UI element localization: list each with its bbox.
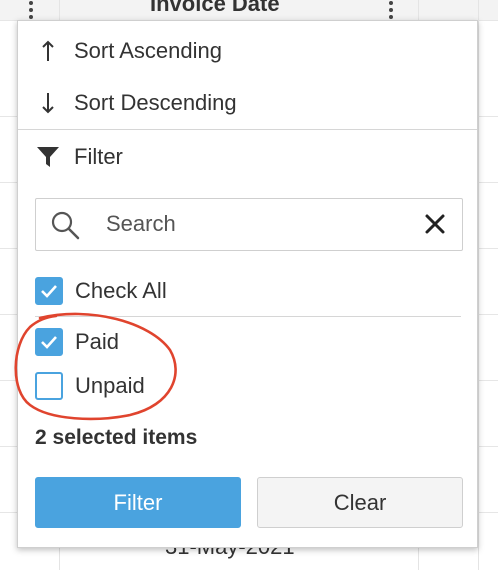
search-box <box>35 198 463 251</box>
column-header-title[interactable]: Invoice Date <box>150 0 280 17</box>
options-divider <box>35 316 461 317</box>
column-menu-kebab-icon[interactable] <box>29 1 33 19</box>
check-all-checkbox[interactable] <box>35 277 63 305</box>
search-input[interactable] <box>106 208 406 240</box>
column-separator <box>478 0 479 570</box>
option-unpaid[interactable]: Unpaid <box>35 369 145 403</box>
sort-ascending-item[interactable]: Sort Ascending <box>18 26 477 76</box>
sort-ascending-label: Sort Ascending <box>74 38 222 63</box>
check-all-label: Check All <box>75 278 167 303</box>
unpaid-checkbox[interactable] <box>35 372 63 400</box>
option-paid[interactable]: Paid <box>35 325 119 359</box>
column-menu-kebab-icon[interactable] <box>389 1 393 19</box>
arrow-down-icon <box>36 91 60 115</box>
sort-descending-item[interactable]: Sort Descending <box>18 78 477 128</box>
sort-descending-label: Sort Descending <box>74 90 237 115</box>
paid-checkbox[interactable] <box>35 328 63 356</box>
checkmark-icon <box>41 336 57 349</box>
filter-section-header: Filter <box>18 132 477 182</box>
arrow-up-icon <box>36 39 60 63</box>
filter-section-label: Filter <box>74 144 123 169</box>
column-menu-popup: Sort Ascending Sort Descending Filter Ch… <box>17 20 478 548</box>
paid-label: Paid <box>75 329 120 354</box>
search-icon <box>50 210 80 240</box>
checkmark-icon <box>41 285 57 298</box>
check-all-option[interactable]: Check All <box>35 274 167 308</box>
unpaid-label: Unpaid <box>75 373 145 398</box>
clear-button[interactable]: Clear <box>257 477 463 528</box>
filter-button[interactable]: Filter <box>35 477 241 528</box>
funnel-icon <box>36 145 60 169</box>
selected-count-text: 2 selected items <box>35 426 198 449</box>
menu-divider <box>18 129 477 130</box>
close-icon[interactable] <box>422 211 448 237</box>
